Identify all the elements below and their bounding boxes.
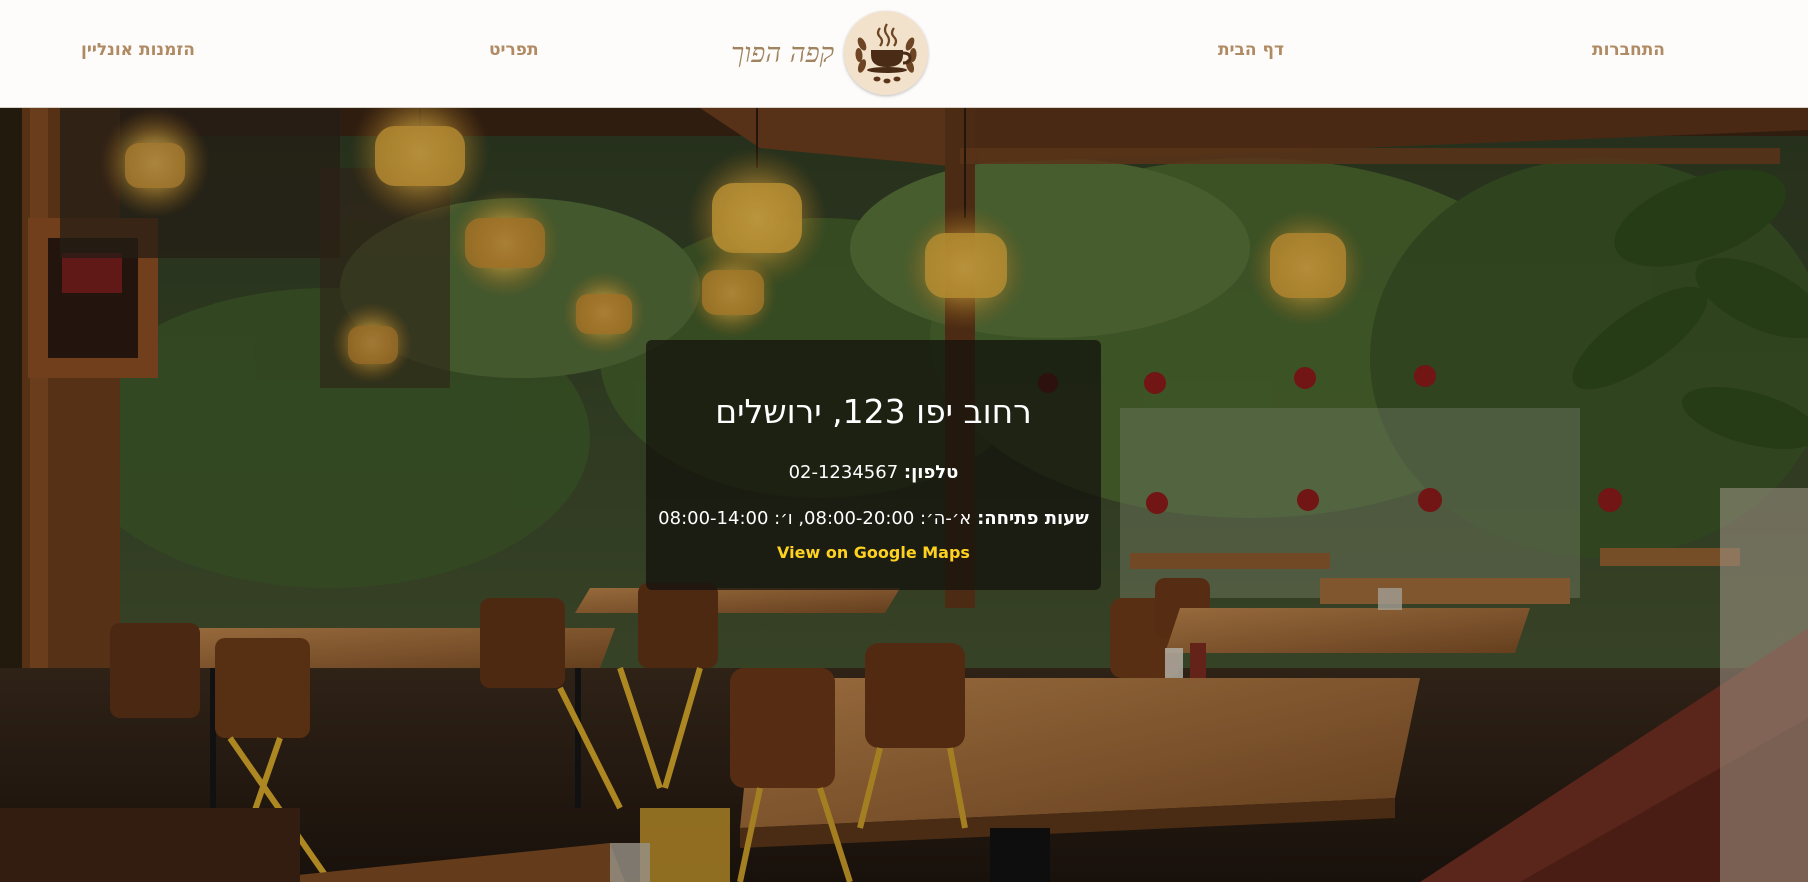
brand-name: קפה הפוך [731,37,835,69]
coffee-cup-logo-icon [844,11,929,95]
google-maps-link[interactable]: View on Google Maps [646,543,1101,562]
phone-number: 02-1234567 [788,462,899,483]
nav-order-online-link[interactable]: הזמנות אונליין [81,40,195,60]
phone-label: טלפון: [903,462,959,483]
site-header: התחברות דף הבית קפה הפוך תפריט הזמנות או… [0,0,1808,108]
nav-menu-link[interactable]: תפריט [489,40,539,60]
nav-login-link[interactable]: התחברות [1592,40,1665,60]
opening-hours-value: א׳-ה׳: 08:00-20:00, ו׳: 08:00-14:00 [658,508,972,529]
opening-hours-line: שעות פתיחה: א׳-ה׳: 08:00-20:00, ו׳: 08:0… [646,508,1101,529]
location-info-card: רחוב יפו 123, ירושלים טלפון: 02-1234567 … [646,340,1101,590]
hero-section: רחוב יפו 123, ירושלים טלפון: 02-1234567 … [0,108,1808,882]
brand-logo-link[interactable]: קפה הפוך [731,8,929,98]
phone-line: טלפון: 02-1234567 [646,462,1101,483]
address-heading: רחוב יפו 123, ירושלים [715,392,1032,431]
nav-home-link[interactable]: דף הבית [1218,40,1284,60]
opening-hours-label: שעות פתיחה: [977,508,1089,529]
